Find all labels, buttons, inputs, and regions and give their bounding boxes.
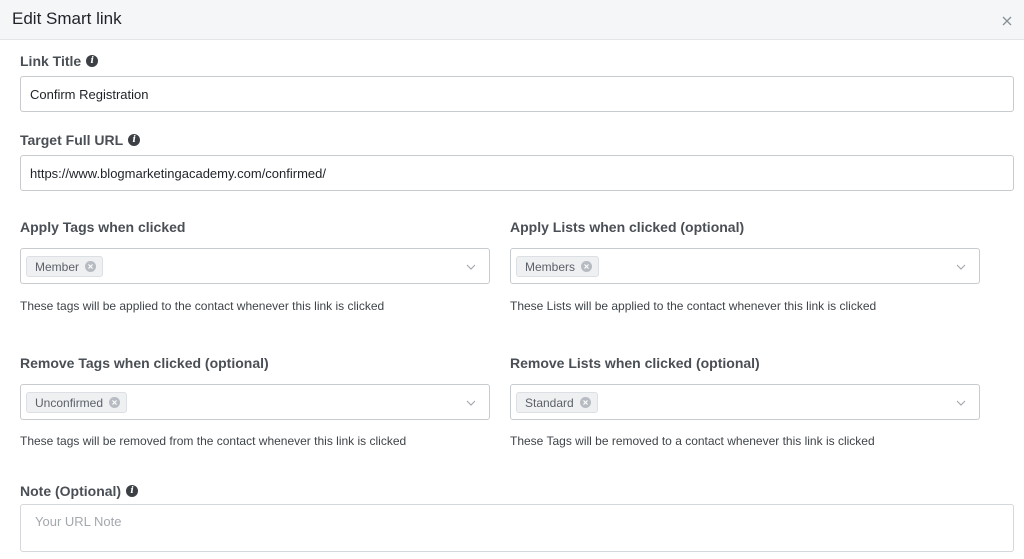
remove-chip-icon[interactable]	[85, 261, 97, 272]
remove-chip-icon[interactable]	[579, 397, 591, 408]
chevron-down-icon	[466, 264, 476, 270]
link-title-label: Link Title i	[20, 53, 99, 69]
remove-tags-select[interactable]: Unconfirmed	[20, 384, 490, 420]
info-icon[interactable]: i	[126, 485, 139, 497]
edit-smart-link-modal: Edit Smart link Link Title i Target Full…	[0, 0, 1024, 559]
apply-lists-select[interactable]: Members	[510, 248, 980, 284]
remove-tags-help: These tags will be removed from the cont…	[20, 434, 407, 448]
apply-tags-label: Apply Tags when clicked	[20, 219, 186, 235]
apply-tags-help: These tags will be applied to the contac…	[20, 299, 385, 313]
target-url-label: Target Full URL i	[20, 132, 141, 148]
chevron-down-icon	[466, 400, 476, 406]
note-textarea[interactable]	[20, 504, 1014, 552]
remove-chip-icon[interactable]	[109, 397, 121, 408]
remove-lists-select[interactable]: Standard	[510, 384, 980, 420]
info-icon[interactable]: i	[86, 55, 99, 67]
apply-tags-select[interactable]: Member	[20, 248, 490, 284]
apply-lists-help: These Lists will be applied to the conta…	[510, 299, 877, 313]
info-icon[interactable]: i	[128, 134, 141, 146]
list-chip: Standard	[516, 392, 598, 413]
target-url-input[interactable]	[20, 155, 1014, 191]
remove-chip-icon[interactable]	[581, 261, 593, 272]
note-label: Note (Optional) i	[20, 483, 139, 499]
close-button[interactable]	[1000, 14, 1014, 28]
remove-tags-label: Remove Tags when clicked (optional)	[20, 355, 269, 371]
tag-chip: Unconfirmed	[26, 392, 128, 413]
link-title-input[interactable]	[20, 76, 1014, 112]
remove-lists-help: These Tags will be removed to a contact …	[510, 434, 875, 448]
chevron-down-icon	[956, 264, 966, 270]
list-chip: Members	[516, 256, 600, 277]
tag-chip: Member	[26, 256, 104, 277]
chevron-down-icon	[956, 400, 966, 406]
remove-lists-label: Remove Lists when clicked (optional)	[510, 355, 760, 371]
apply-lists-label: Apply Lists when clicked (optional)	[510, 219, 745, 235]
modal-header: Edit Smart link	[0, 0, 1024, 40]
modal-title: Edit Smart link	[12, 9, 122, 28]
close-icon	[1002, 16, 1012, 26]
